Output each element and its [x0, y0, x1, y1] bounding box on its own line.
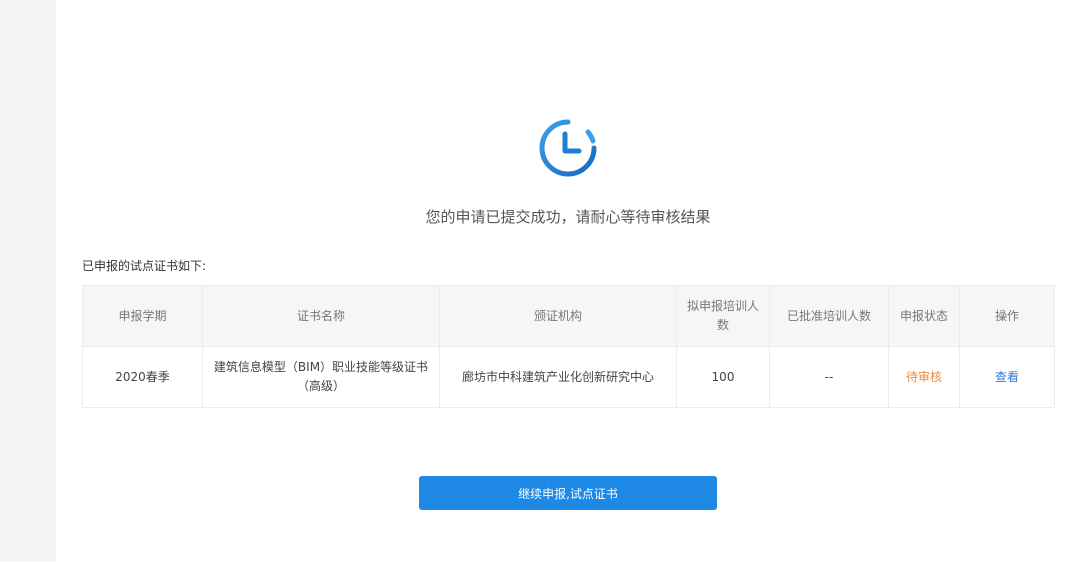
- header-status: 申报状态: [888, 285, 960, 347]
- header-issuer: 颁证机构: [439, 285, 677, 347]
- header-cert-name: 证书名称: [202, 285, 440, 347]
- cell-approved-count: --: [769, 346, 889, 408]
- cell-cert-name: 建筑信息模型（BIM）职业技能等级证书（高级）: [202, 346, 440, 408]
- certificate-table: 申报学期 证书名称 颁证机构 拟申报培训人数 已批准培训人数 申报状态 操作 2…: [82, 285, 1055, 408]
- header-term: 申报学期: [82, 285, 203, 347]
- section-label: 已申报的试点证书如下:: [82, 259, 207, 273]
- cell-issuer: 廊坊市中科建筑产业化创新研究中心: [439, 346, 677, 408]
- main-content: 您的申请已提交成功，请耐心等待审核结果 已申报的试点证书如下: 申报学期 证书名…: [56, 0, 1080, 562]
- cell-planned-count: 100: [676, 346, 770, 408]
- continue-apply-button[interactable]: 继续申报,试点证书: [419, 476, 717, 510]
- header-approved-count: 已批准培训人数: [769, 285, 889, 347]
- header-planned-count: 拟申报培训人数: [676, 285, 770, 347]
- header-action: 操作: [959, 285, 1055, 347]
- table-header-row: 申报学期 证书名称 颁证机构 拟申报培训人数 已批准培训人数 申报状态 操作: [82, 285, 1055, 347]
- cell-term: 2020春季: [82, 346, 203, 408]
- view-link[interactable]: 查看: [959, 346, 1055, 408]
- status-badge: 待审核: [888, 346, 960, 408]
- clock-icon: [538, 118, 598, 178]
- table-row: 2020春季 建筑信息模型（BIM）职业技能等级证书（高级） 廊坊市中科建筑产业…: [82, 346, 1055, 408]
- left-sidebar: [0, 0, 56, 562]
- success-message: 您的申请已提交成功，请耐心等待审核结果: [425, 208, 711, 226]
